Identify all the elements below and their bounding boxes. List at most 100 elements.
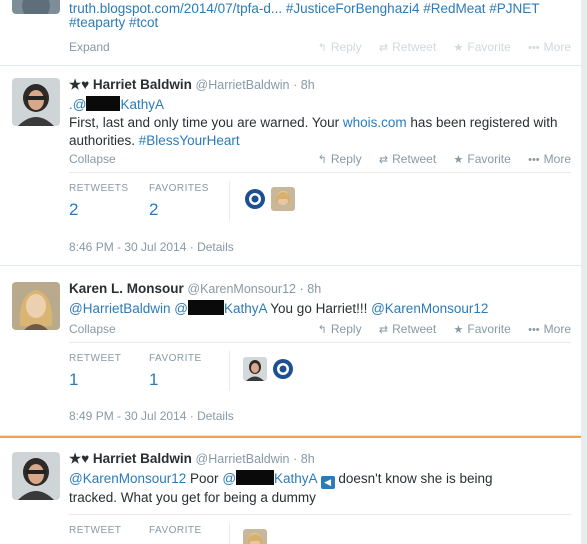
avatar[interactable]: [12, 78, 60, 126]
fullname[interactable]: ★♥ Harriet Baldwin: [69, 77, 192, 92]
reply-icon: ↰: [317, 324, 327, 336]
redaction-box: [86, 96, 121, 111]
tweet-top[interactable]: truth.blogspot.com/2014/07/tpfa-d... #Ju…: [0, 0, 581, 66]
mention[interactable]: @HarrietBaldwin: [69, 301, 171, 316]
retweets-label: RETWEET: [69, 525, 122, 536]
favorites-label: FAVORITE: [149, 525, 202, 536]
retweet-button[interactable]: ⇄ Retweet: [379, 322, 436, 336]
favorites-count: 1: [149, 370, 159, 389]
tweet-stats: RETWEETS 2 FAVORITES 2: [69, 172, 571, 230]
retweeter-avatar[interactable]: [271, 187, 295, 211]
tweet-text: @HarrietBaldwin @ KathyA You go Harriet!!…: [69, 300, 571, 318]
fullname[interactable]: Karen L. Monsour: [69, 281, 184, 296]
timeline: truth.blogspot.com/2014/07/tpfa-d... #Ju…: [0, 0, 581, 544]
tweet-content: ★♥ Harriet Baldwin @HarrietBaldwin · 8h …: [69, 450, 571, 507]
retweets-label: RETWEETS: [69, 183, 129, 194]
mention[interactable]: @ KathyA: [222, 470, 317, 486]
more-label: More: [543, 322, 571, 336]
retweet-icon: ⇄: [378, 42, 389, 54]
more-button[interactable]: ••• More: [528, 152, 571, 166]
avatar[interactable]: [12, 0, 60, 14]
mention-suffix: KathyA: [223, 301, 267, 316]
retweets-stat[interactable]: RETWEET 1: [69, 353, 121, 390]
divider: [229, 523, 230, 544]
message-icon: ◀: [320, 476, 335, 489]
retweet-button[interactable]: ⇄ Retweet: [379, 40, 436, 54]
mention[interactable]: @ KathyA: [174, 300, 267, 316]
retweeter-avatar[interactable]: [243, 187, 267, 211]
tweet-date[interactable]: 8:49 PM - 30 Jul 2014 · Details: [69, 409, 234, 423]
timestamp[interactable]: · 8h: [293, 78, 315, 92]
retweets-count: 1: [69, 370, 79, 389]
favorite-label: Favorite: [467, 152, 511, 166]
hashtag-link[interactable]: #BlessYourHeart: [139, 133, 240, 148]
reply-icon: ↰: [317, 42, 327, 54]
retweeter-avatar[interactable]: [243, 357, 267, 381]
mention-prefix: @: [222, 471, 237, 486]
favorite-button[interactable]: ★ Favorite: [454, 40, 511, 54]
username[interactable]: @KarenMonsour12: [187, 282, 296, 296]
retweet-button[interactable]: ⇄ Retweet: [379, 152, 436, 166]
retweet-label: Retweet: [392, 322, 437, 336]
tweet-footer: Collapse ↰ Reply ⇄ Retweet ★ Favorite ••• Mo…: [69, 320, 571, 338]
more-label: More: [543, 40, 571, 54]
tweet-content: Karen L. Monsour @KarenMonsour12 · 8h @H…: [69, 280, 571, 318]
tweet-hashtags[interactable]: #teaparty #tcot: [69, 14, 158, 32]
more-button[interactable]: ••• More: [528, 40, 571, 54]
reply-button[interactable]: ↰ Reply: [318, 40, 362, 54]
retweeter-avatar[interactable]: [271, 357, 295, 381]
tweet-header: Karen L. Monsour @KarenMonsour12 · 8h: [69, 280, 571, 298]
text-part: First, last and only time you are warned…: [69, 115, 343, 130]
favorites-stat[interactable]: FAVORITES 2: [149, 183, 209, 220]
avatar[interactable]: [12, 452, 60, 500]
retweeter-avatar[interactable]: [243, 529, 267, 544]
tweet-footer: Collapse ↰ Reply ⇄ Retweet ★ Favorite ••• Mo…: [69, 150, 571, 168]
favorite-button[interactable]: ★ Favorite: [454, 322, 511, 336]
timestamp[interactable]: · 8h: [293, 452, 315, 466]
url-link[interactable]: whois.com: [343, 115, 407, 130]
favorites-stat[interactable]: FAVORITE 1: [149, 353, 202, 390]
more-label: More: [543, 152, 571, 166]
retweets-stat[interactable]: RETWEET 1: [69, 525, 121, 544]
fullname[interactable]: ★♥ Harriet Baldwin: [69, 451, 192, 466]
timestamp[interactable]: · 8h: [300, 282, 322, 296]
retweet-icon: ⇄: [378, 154, 389, 166]
favorite-button[interactable]: ★ Favorite: [454, 152, 511, 166]
username[interactable]: @HarrietBaldwin: [196, 452, 290, 466]
more-button[interactable]: ••• More: [528, 322, 571, 336]
username[interactable]: @HarrietBaldwin: [196, 78, 290, 92]
avatar[interactable]: [12, 282, 60, 330]
favorites-label: FAVORITES: [149, 183, 209, 194]
retweets-stat[interactable]: RETWEETS 2: [69, 183, 129, 220]
tweet-karen[interactable]: Karen L. Monsour @KarenMonsour12 · 8h @H…: [0, 266, 581, 436]
mention[interactable]: .@ KathyA: [69, 96, 164, 112]
redaction-box: [187, 300, 224, 315]
tweet-footer: Expand ↰ Reply ⇄ Retweet ★ Favorite ••• More: [69, 38, 571, 56]
favorites-stat[interactable]: FAVORITE 1: [149, 525, 202, 544]
text-part: Poor: [186, 471, 223, 486]
favorite-label: Favorite: [467, 322, 511, 336]
expand-link[interactable]: Expand: [69, 38, 110, 56]
mention-prefix: @: [174, 301, 188, 316]
tweet-date[interactable]: 8:46 PM - 30 Jul 2014 · Details: [69, 240, 234, 254]
tweet-content: ★♥ Harriet Baldwin @HarrietBaldwin · 8h …: [69, 76, 571, 150]
collapse-link[interactable]: Collapse: [69, 320, 116, 338]
tweet-actions: ↰ Reply ⇄ Retweet ★ Favorite ••• More: [304, 320, 571, 339]
reply-button[interactable]: ↰ Reply: [318, 152, 362, 166]
mention[interactable]: @KarenMonsour12: [371, 301, 488, 316]
text-part: tracked. What you get for being a dummy: [69, 490, 316, 505]
favorites-label: FAVORITE: [149, 353, 202, 364]
tweet-actions: ↰ Reply ⇄ Retweet ★ Favorite ••• More: [304, 150, 571, 169]
collapse-link[interactable]: Collapse: [69, 150, 116, 168]
retweet-label: Retweet: [392, 40, 437, 54]
mention[interactable]: @KarenMonsour12: [69, 471, 186, 486]
tweet-header: ★♥ Harriet Baldwin @HarrietBaldwin · 8h: [69, 450, 571, 468]
mention-prefix: .@: [69, 97, 87, 112]
tweet-text: @KarenMonsour12 Poor @ KathyA ◀ doesn't k…: [69, 470, 571, 507]
tweet-actions: ↰ Reply ⇄ Retweet ★ Favorite ••• More: [304, 38, 571, 57]
star-icon: ★: [453, 42, 464, 54]
text-part: You go Harriet!!!: [266, 301, 372, 316]
reply-button[interactable]: ↰ Reply: [318, 322, 362, 336]
tweet-harriet-1[interactable]: ★♥ Harriet Baldwin @HarrietBaldwin · 8h …: [0, 66, 581, 266]
tweet-harriet-2[interactable]: ★♥ Harriet Baldwin @HarrietBaldwin · 8h …: [0, 436, 581, 544]
